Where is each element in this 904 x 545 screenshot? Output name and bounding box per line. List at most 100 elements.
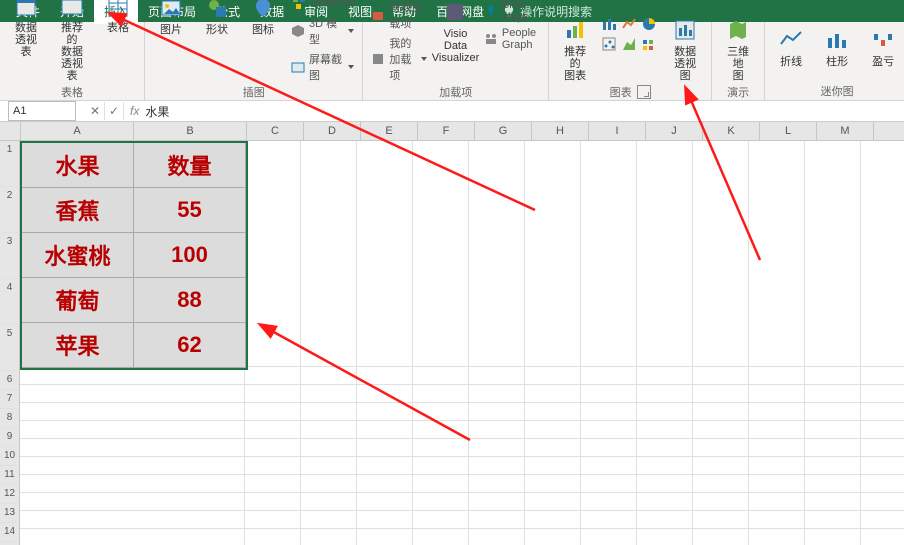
col-header[interactable]: A [21, 122, 134, 140]
group-sparklines-label: 迷你图 [821, 83, 854, 99]
worksheet-grid[interactable]: 1 2 3 4 5 6 7 8 9 10 11 12 13 14 15 水果 数… [0, 141, 904, 545]
formula-bar: A1 ✕ ✓ fx 水果 [0, 101, 904, 122]
confirm-icon[interactable]: ✓ [105, 102, 124, 120]
group-addins: 获取加载项 我的加载项 Visio DataVisualizer Bing Ma… [363, 22, 549, 100]
selected-range[interactable]: 水果 数量 香蕉 55 水蜜桃 100 葡萄 88 苹果 62 [20, 141, 248, 370]
icons-icon [249, 0, 277, 22]
recommended-pivot-icon [58, 0, 86, 20]
3dmap-button[interactable]: 三维地图 [718, 14, 758, 84]
col-header[interactable]: M [817, 122, 874, 140]
pivottable-icon [12, 0, 40, 20]
cell[interactable]: 苹果 [22, 323, 134, 368]
formula-value[interactable]: 水果 [145, 103, 169, 120]
column-headers: A B C D E F G H I J K L M [0, 122, 904, 141]
group-tours-label: 演示 [727, 84, 749, 100]
charts-dialog-launcher[interactable] [637, 85, 651, 99]
visio-button[interactable]: Visio DataVisualizer [435, 0, 476, 66]
bingmaps-button[interactable]: Bing Maps [482, 0, 542, 24]
pivottable-button[interactable]: 数据透视表 [6, 0, 46, 60]
store-icon [371, 7, 385, 23]
name-box[interactable]: A1 [8, 101, 76, 121]
chart-gallery [601, 14, 659, 54]
row-header[interactable]: 11 [0, 466, 20, 485]
chart-mini-icon[interactable] [601, 36, 619, 54]
sparkline-column-icon [823, 26, 851, 54]
row-header[interactable]: 8 [0, 409, 20, 428]
icons-button[interactable]: 图标 [243, 0, 283, 38]
cell[interactable]: 香蕉 [22, 188, 134, 233]
col-header[interactable]: K [703, 122, 760, 140]
sparkline-line-icon [777, 26, 805, 54]
sparkline-winloss-button[interactable]: 盈亏 [863, 24, 903, 70]
table-button[interactable]: 表格 [98, 0, 138, 36]
cell[interactable]: 水蜜桃 [22, 233, 134, 278]
recommended-charts-icon [561, 16, 589, 44]
sparkline-column-button[interactable]: 柱形 [817, 24, 857, 70]
row-header[interactable]: 1 [0, 141, 20, 187]
select-all-corner[interactable] [0, 122, 21, 140]
row-header[interactable]: 5 [0, 325, 20, 371]
col-header[interactable]: L [760, 122, 817, 140]
bingmaps-icon [484, 3, 498, 19]
3dmodel-button[interactable]: 3D 模型 [289, 14, 356, 48]
cell[interactable]: 葡萄 [22, 278, 134, 323]
row-header[interactable]: 7 [0, 390, 20, 409]
row-headers: 1 2 3 4 5 6 7 8 9 10 11 12 13 14 15 [0, 141, 20, 545]
my-addins-button[interactable]: 我的加载项 [369, 34, 429, 84]
cell[interactable]: 数量 [134, 143, 246, 188]
row-header[interactable]: 10 [0, 447, 20, 466]
row-header[interactable]: 14 [0, 523, 20, 542]
chevron-down-icon [348, 65, 354, 69]
cell[interactable]: 88 [134, 278, 246, 323]
col-header[interactable]: E [361, 122, 418, 140]
row-header[interactable]: 13 [0, 504, 20, 523]
group-sparklines: 折线 柱形 盈亏 迷你图 [765, 22, 904, 100]
shapes-button[interactable]: 形状 [197, 0, 237, 38]
col-header[interactable]: D [304, 122, 361, 140]
screenshot-button[interactable]: 屏幕截图 [289, 50, 356, 84]
group-tables: 数据透视表 推荐的数据透视表 表格 表格 [0, 22, 145, 100]
col-header[interactable]: J [646, 122, 703, 140]
peoplegraph-button[interactable]: People Graph [482, 26, 542, 52]
chart-mini-icon[interactable] [621, 36, 639, 54]
pictures-icon [157, 0, 185, 22]
col-header[interactable]: B [134, 122, 247, 140]
pictures-button[interactable]: 图片 [151, 0, 191, 38]
row-header[interactable]: 3 [0, 233, 20, 279]
3dmodel-icon [291, 23, 305, 39]
chart-mini-icon[interactable] [641, 36, 659, 54]
col-header[interactable]: G [475, 122, 532, 140]
cell[interactable]: 100 [134, 233, 246, 278]
smartart-button[interactable]: SmartArt [289, 0, 356, 12]
col-header[interactable]: F [418, 122, 475, 140]
row-header[interactable]: 12 [0, 485, 20, 504]
col-header[interactable]: C [247, 122, 304, 140]
group-charts: 推荐的图表 数据透视图 图表 [549, 22, 712, 100]
get-addins-button[interactable]: 获取加载项 [369, 0, 429, 32]
cancel-icon[interactable]: ✕ [86, 102, 105, 120]
row-header[interactable]: 2 [0, 187, 20, 233]
chart-mini-icon[interactable] [641, 16, 659, 34]
fx-icon[interactable]: fx [130, 104, 139, 118]
chart-mini-icon[interactable] [601, 16, 619, 34]
group-tours: 三维地图 演示 [712, 22, 765, 100]
pivotchart-button[interactable]: 数据透视图 [665, 14, 705, 84]
screenshot-icon [291, 59, 305, 75]
group-tables-label: 表格 [61, 84, 83, 100]
cells-area[interactable]: 水果 数量 香蕉 55 水蜜桃 100 葡萄 88 苹果 62 [20, 141, 904, 545]
col-header[interactable]: H [532, 122, 589, 140]
row-header[interactable]: 6 [0, 371, 20, 390]
row-header[interactable]: 9 [0, 428, 20, 447]
cell[interactable]: 55 [134, 188, 246, 233]
cell[interactable]: 水果 [22, 143, 134, 188]
addins-icon [371, 51, 385, 67]
pivotchart-icon [671, 16, 699, 44]
chart-mini-icon[interactable] [621, 16, 639, 34]
sparkline-line-button[interactable]: 折线 [771, 24, 811, 70]
group-addins-label: 加载项 [439, 84, 472, 100]
cell[interactable]: 62 [134, 323, 246, 368]
col-header[interactable]: I [589, 122, 646, 140]
recommended-charts-button[interactable]: 推荐的图表 [555, 14, 595, 84]
recommended-pivot-button[interactable]: 推荐的数据透视表 [52, 0, 92, 84]
row-header[interactable]: 4 [0, 279, 20, 325]
